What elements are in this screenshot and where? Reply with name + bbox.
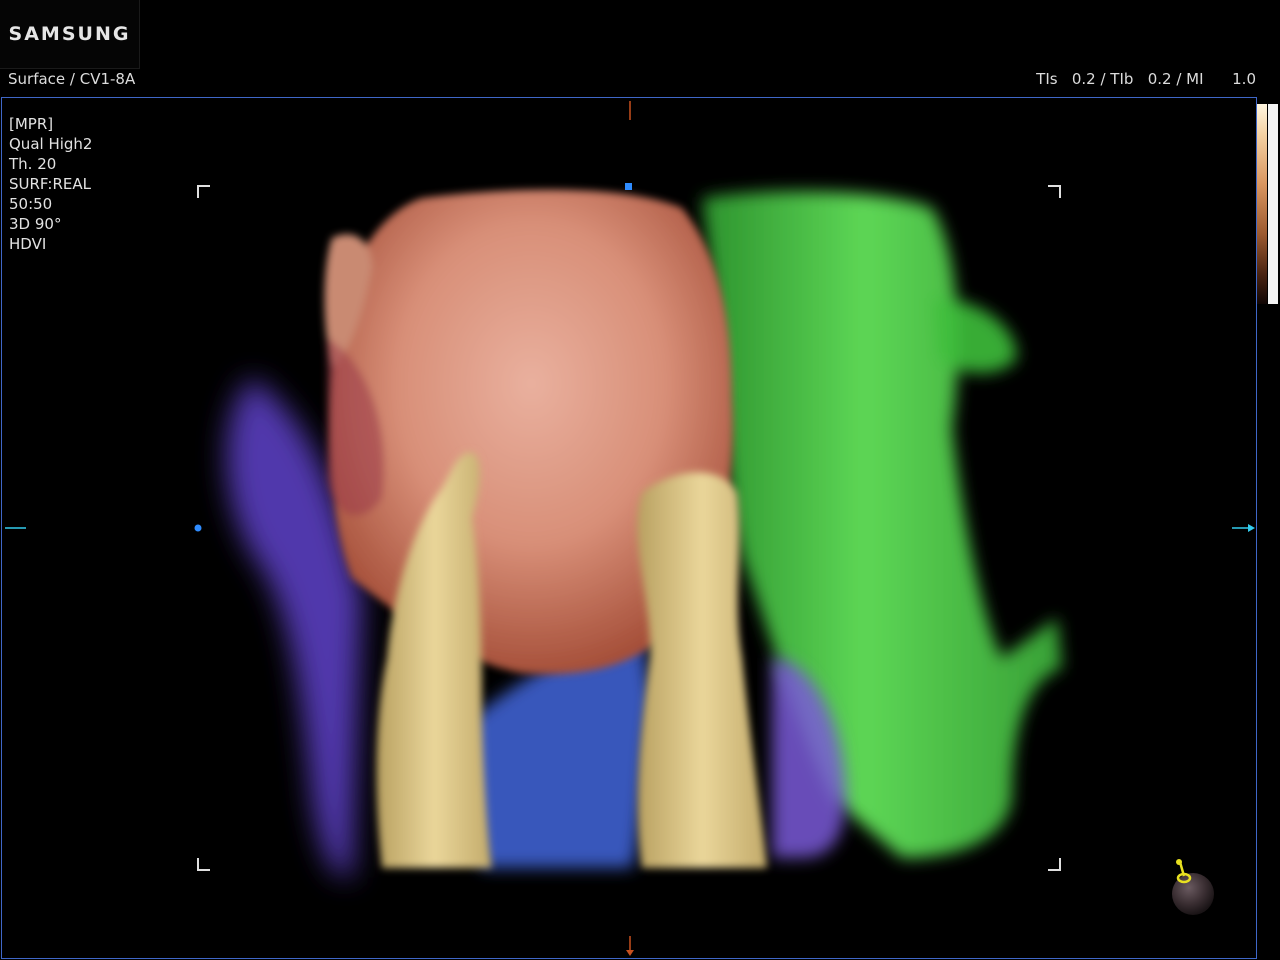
render-viewport[interactable]: [MPR] Qual High2 Th. 20 SURF:REAL 50:50 … bbox=[1, 97, 1257, 959]
thermal-mechanical-index-readout: TIs 0.2 / TIb 0.2 / MI 1.0 bbox=[1036, 70, 1256, 88]
brand-logo: SAMSUNG bbox=[0, 0, 140, 69]
acquisition-parameters: [MPR] Qual High2 Th. 20 SURF:REAL 50:50 … bbox=[9, 114, 92, 254]
param-threshold: Th. 20 bbox=[9, 155, 57, 173]
green-tissue-right bbox=[702, 191, 1062, 858]
orientation-ball-icon[interactable] bbox=[1170, 858, 1220, 920]
param-quality: Qual High2 bbox=[9, 135, 93, 153]
brand-text: SAMSUNG bbox=[8, 23, 131, 45]
colormap-bar bbox=[1257, 104, 1267, 304]
param-mode: [MPR] bbox=[9, 115, 54, 133]
top-center-marker bbox=[625, 183, 632, 190]
ultrasound-screen: SAMSUNG Surface / CV1-8A TIs 0.2 / TIb 0… bbox=[0, 0, 1280, 960]
param-hdvi: HDVI bbox=[9, 235, 47, 253]
volume-render-image bbox=[5, 101, 1255, 956]
param-surface: SURF:REAL bbox=[9, 175, 91, 193]
grayscale-bar bbox=[1268, 104, 1278, 304]
param-angle: 3D 90° bbox=[9, 215, 62, 233]
left-center-marker bbox=[194, 524, 202, 532]
probe-preset-label: Surface / CV1-8A bbox=[8, 70, 136, 88]
param-mix: 50:50 bbox=[9, 195, 53, 213]
